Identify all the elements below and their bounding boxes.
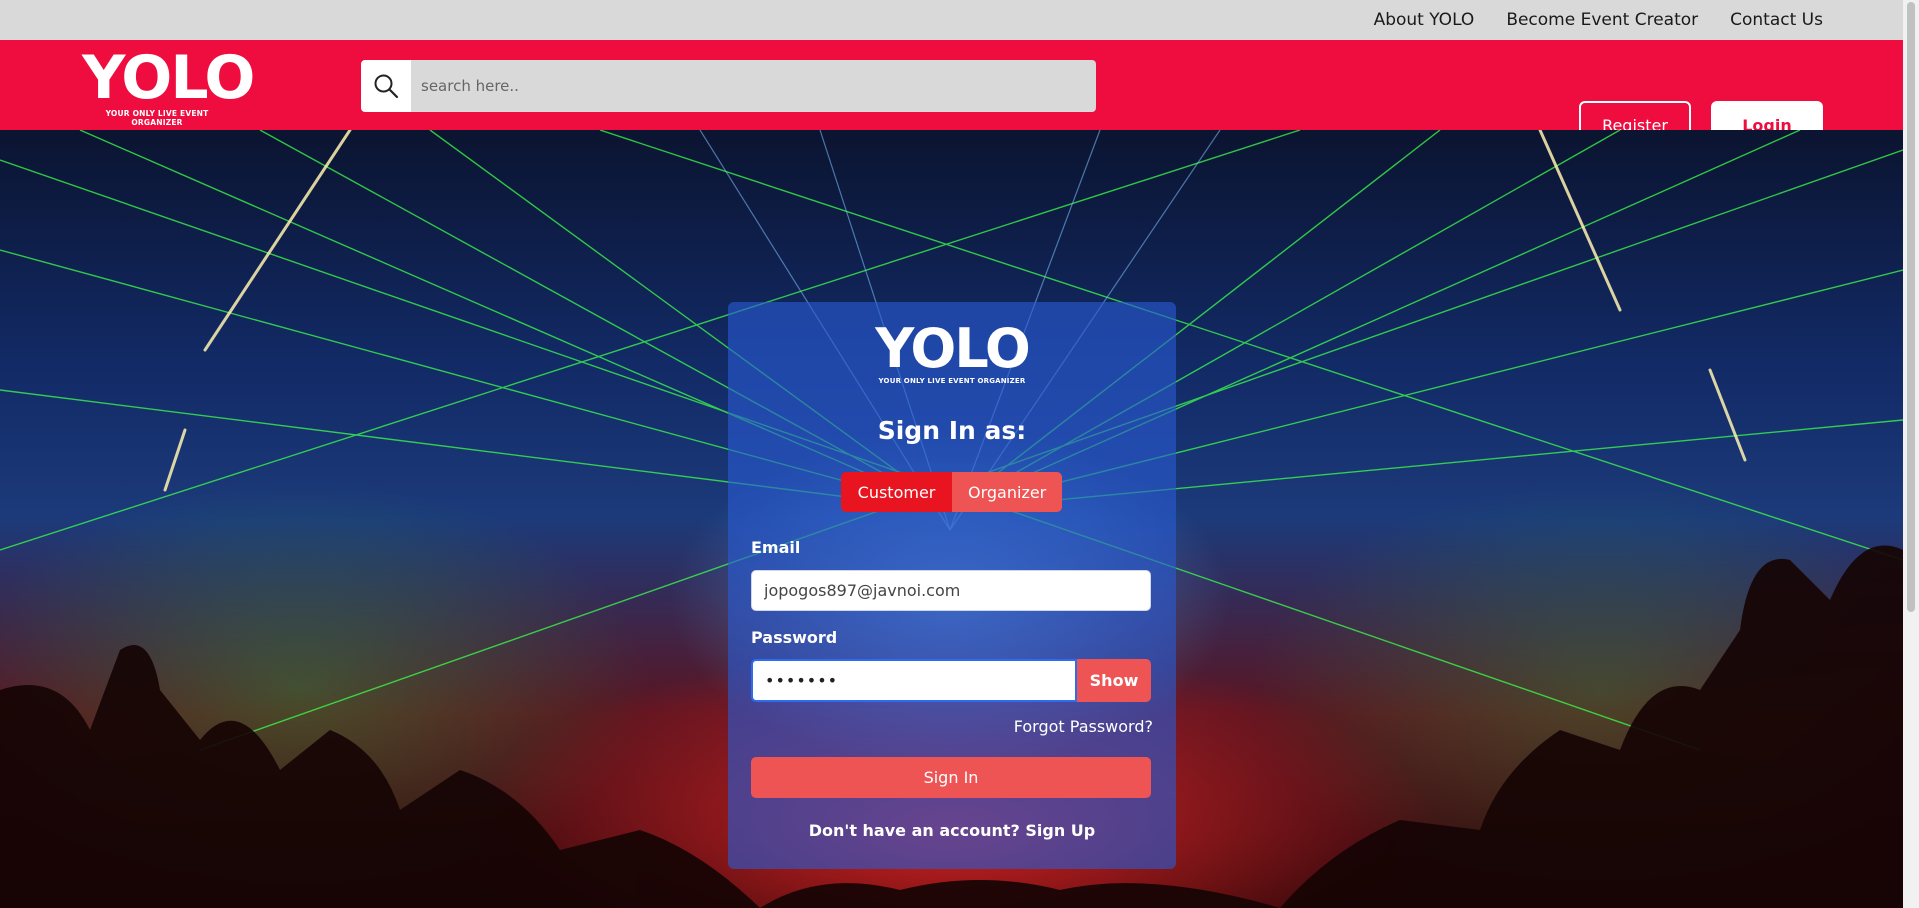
card-logo-wordmark: YOLO [875, 317, 1030, 380]
logo-wordmark: YOLO [82, 43, 255, 113]
sign-up-link[interactable]: Don't have an account? Sign Up [809, 821, 1095, 840]
sign-up-prompt: Don't have an account? Sign Up [728, 821, 1176, 840]
card-logo: YOLO YOUR ONLY LIVE EVENT ORGANIZER [728, 317, 1176, 386]
sign-in-title: Sign In as: [877, 416, 1027, 445]
top-nav-links: About YOLO Become Event Creator Contact … [1374, 0, 1823, 40]
forgot-password-link[interactable]: Forgot Password? [1014, 717, 1153, 736]
password-field[interactable] [751, 659, 1077, 702]
hero-background-image: YOLO YOUR ONLY LIVE EVENT ORGANIZER Sign… [0, 130, 1903, 908]
contact-us-link[interactable]: Contact Us [1730, 10, 1823, 30]
show-password-button[interactable]: Show [1077, 659, 1151, 702]
role-customer-button[interactable]: Customer [841, 472, 952, 512]
email-label: Email [751, 538, 801, 557]
search-input[interactable] [411, 60, 1096, 112]
role-organizer-button[interactable]: Organizer [952, 472, 1062, 512]
sign-in-button[interactable]: Sign In [751, 757, 1151, 798]
password-label: Password [751, 628, 838, 647]
search-icon [374, 74, 399, 99]
card-logo-tagline: YOUR ONLY LIVE EVENT ORGANIZER [878, 377, 1026, 385]
search-bar [361, 60, 1096, 112]
search-icon-button[interactable] [361, 60, 411, 112]
header-logo[interactable]: YOLO YOUR ONLY LIVE EVENT ORGANIZER [82, 43, 255, 127]
become-event-creator-link[interactable]: Become Event Creator [1506, 10, 1698, 30]
page-scrollbar[interactable] [1903, 0, 1919, 908]
role-toggle: Customer Organizer [841, 472, 1062, 512]
about-yolo-link[interactable]: About YOLO [1374, 10, 1475, 30]
email-field[interactable] [751, 570, 1151, 611]
sign-in-card: YOLO YOUR ONLY LIVE EVENT ORGANIZER Sign… [728, 302, 1176, 869]
top-utility-bar: About YOLO Become Event Creator Contact … [0, 0, 1903, 40]
scrollbar-thumb[interactable] [1907, 2, 1915, 612]
